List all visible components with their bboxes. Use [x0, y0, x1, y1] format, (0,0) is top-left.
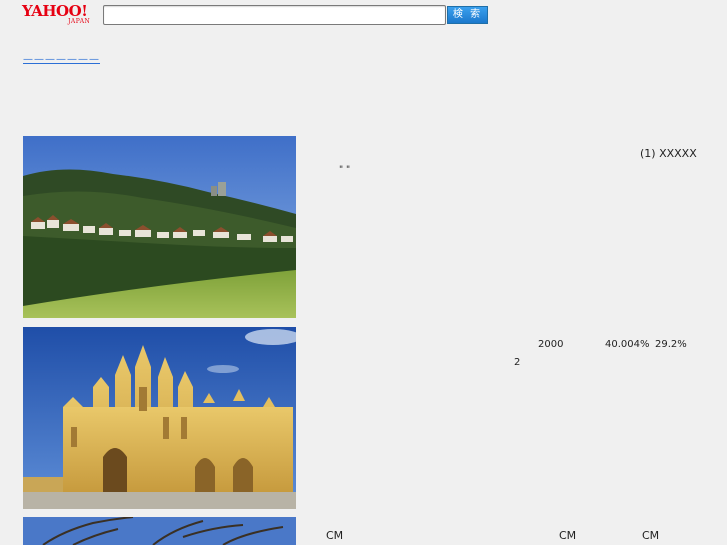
- row2-text-b: 40.004%: [605, 339, 650, 350]
- logo-subtext: JAPAN: [68, 18, 91, 25]
- row1-text-b: " ": [339, 165, 351, 175]
- row2-text-d: 2: [514, 357, 521, 368]
- logo-text: YAHOO!: [22, 2, 88, 20]
- page: YAHOO! JAPAN 検 索 ——————— (1) XXXXX " " 2…: [0, 0, 727, 545]
- row1-text-a: (1) XXXXX: [640, 147, 697, 160]
- top-link[interactable]: ———————: [23, 54, 100, 65]
- row2-text-c: 29.2%: [655, 339, 687, 350]
- search-button[interactable]: 検 索: [447, 6, 488, 24]
- yahoo-logo[interactable]: YAHOO! JAPAN: [22, 3, 102, 27]
- cathedral-photo: [23, 327, 296, 509]
- row3-text-a: CM: [326, 529, 344, 542]
- tree-photo: [23, 517, 296, 545]
- row3-text-c: CM: [642, 529, 660, 542]
- row2-text-a: 2000: [538, 339, 564, 350]
- search-input[interactable]: [103, 5, 446, 25]
- row3-text-b: CM: [559, 529, 577, 542]
- landscape-photo: [23, 136, 296, 318]
